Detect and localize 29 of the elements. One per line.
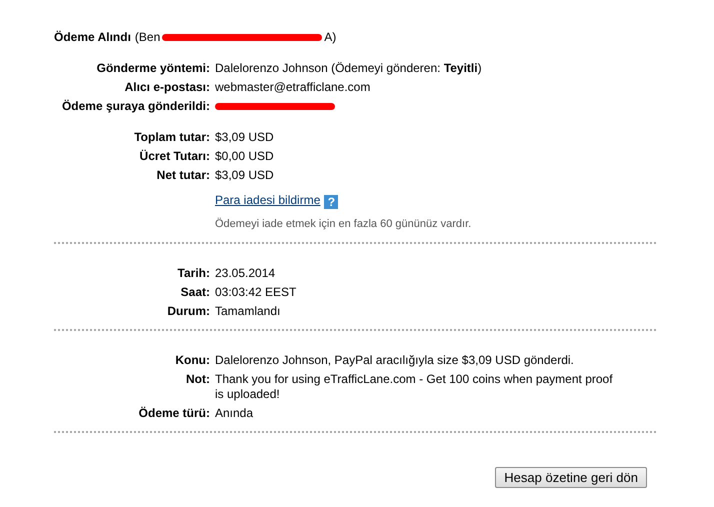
refund-link[interactable]: Para iadesi bildirme bbox=[215, 193, 320, 207]
field-value: 23.05.2014 bbox=[215, 266, 276, 280]
transaction-detail: (Ben bbox=[134, 30, 160, 44]
field-label: Konu: bbox=[175, 353, 210, 367]
field-label: Ödeme şuraya gönderildi: bbox=[62, 99, 210, 113]
page-title: Ödeme Alındı bbox=[54, 30, 131, 44]
field-label: Gönderme yöntemi: bbox=[96, 61, 210, 75]
field-label: Durum: bbox=[167, 304, 210, 318]
field-label: Ödeme türü: bbox=[138, 406, 210, 420]
field-value: Tamamlandı bbox=[215, 304, 280, 318]
transaction-detail: A) bbox=[324, 30, 336, 44]
field-value: Dalelorenzo Johnson (Ödemeyi gönderen: Teyitli) bbox=[215, 61, 482, 75]
field-label: Toplam tutar: bbox=[134, 130, 210, 144]
field-value: 03:03:42 EEST bbox=[215, 285, 296, 299]
field-value: $3,09 USD bbox=[215, 168, 274, 182]
field-value: Anında bbox=[215, 406, 254, 420]
field-value: Dalelorenzo Johnson, PayPal aracılığıyla size $3,09 USD gönderdi. bbox=[215, 353, 574, 367]
back-button[interactable]: Hesap özetine geri dön bbox=[495, 467, 647, 488]
field-value: Thank you for using eTrafficLane.com - Get 100 coins when payment proof is uploaded! bbox=[215, 372, 613, 401]
field-label: Ücret Tutarı: bbox=[140, 149, 210, 163]
field-value: webmaster@etrafficlane.com bbox=[215, 80, 370, 94]
field-label: Saat: bbox=[180, 285, 210, 299]
refund-note: Ödemeyi iade etmek için en fazla 60 gününüz vardır. bbox=[215, 218, 472, 230]
field-label: Not: bbox=[186, 372, 210, 386]
field-label: Net tutar: bbox=[156, 168, 210, 182]
field-label: Alıcı e-postası: bbox=[124, 80, 210, 94]
field-value: $0,00 USD bbox=[215, 149, 274, 163]
field-value: $3,09 USD bbox=[215, 130, 274, 144]
field-label: Tarih: bbox=[178, 266, 210, 280]
